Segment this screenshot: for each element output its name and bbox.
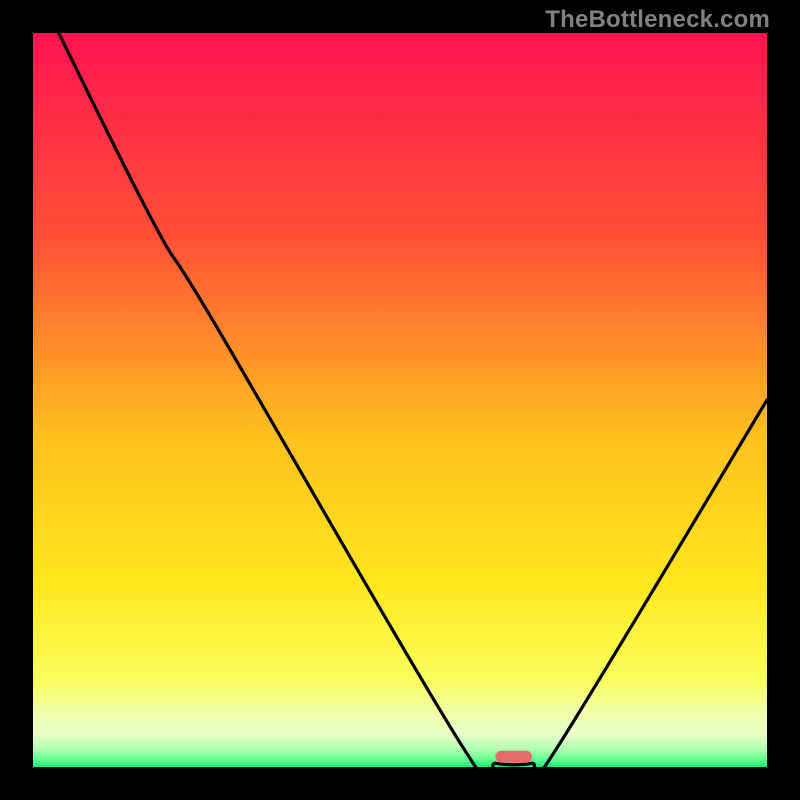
- chart-container: TheBottleneck.com: [0, 0, 800, 800]
- chart-background-gradient: [33, 33, 767, 767]
- watermark-text: TheBottleneck.com: [545, 6, 770, 34]
